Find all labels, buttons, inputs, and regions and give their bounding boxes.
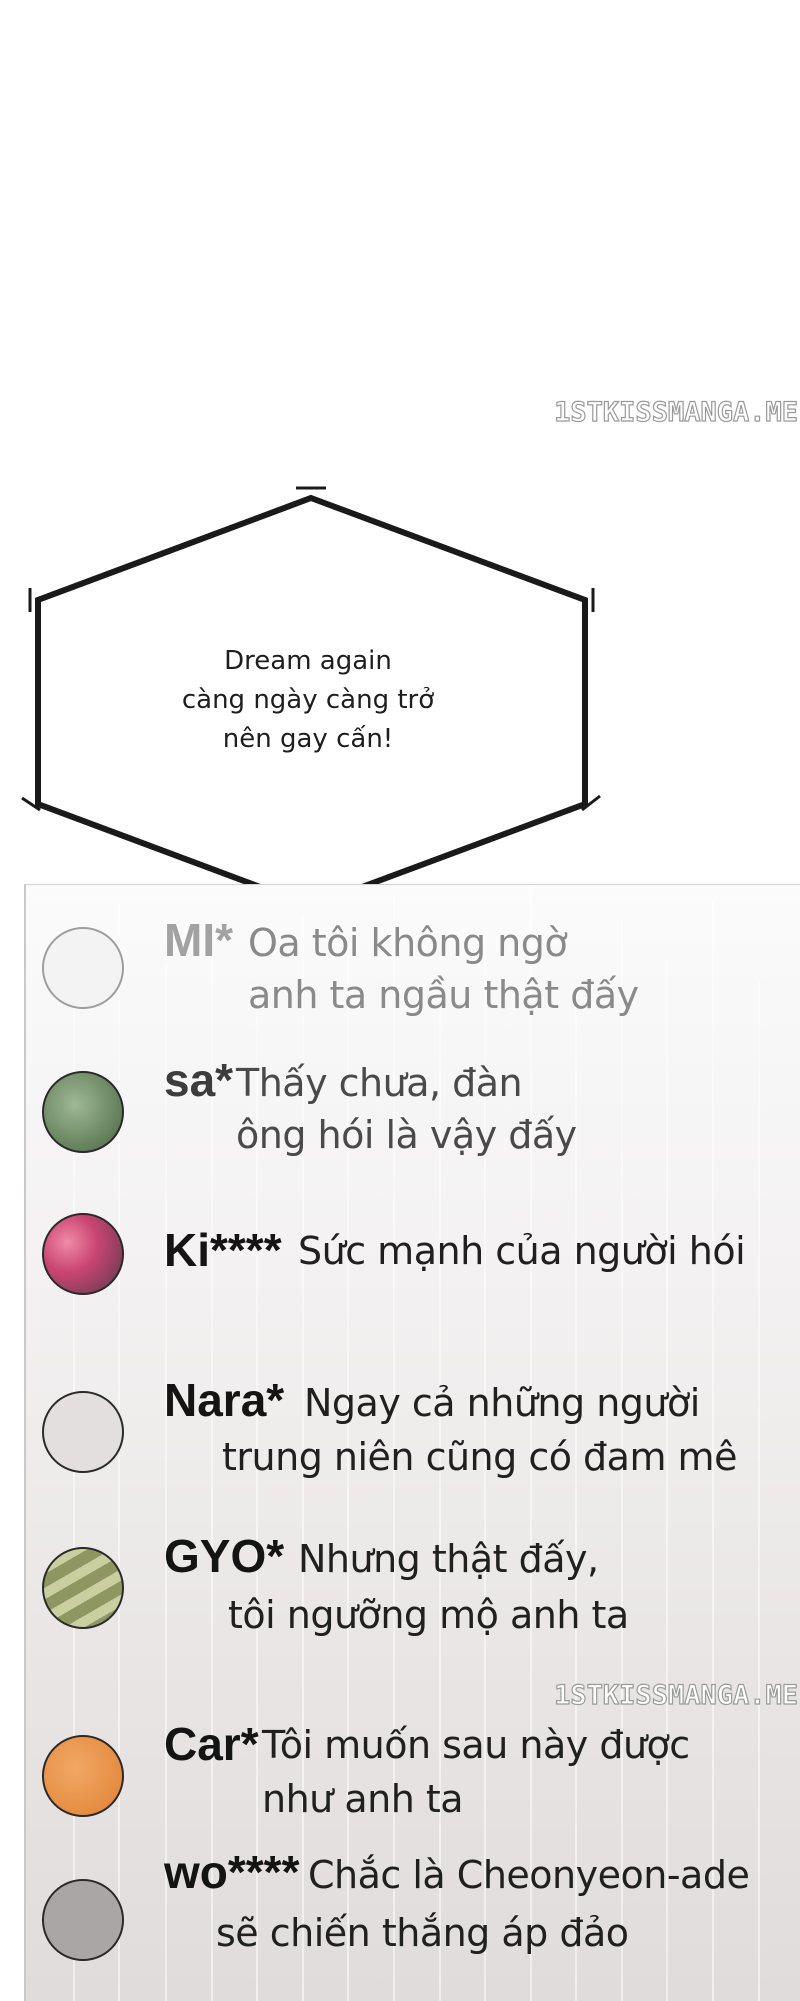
watermark-middle: 1STKISSMANGA.ME [554, 1679, 799, 1711]
orange-avatar-icon [42, 1735, 124, 1817]
pink-hearts-avatar-icon [42, 1213, 124, 1295]
comment-text-line-2: tôi ngưỡng mộ anh ta [228, 1593, 629, 1637]
striped-avatar-icon [42, 1547, 124, 1629]
comment-username: wo**** [164, 1846, 300, 1898]
comment-username: MI* [164, 914, 233, 966]
comment-panel: MI* Oa tôi không ngờ anh ta ngầu thật đấ… [24, 884, 800, 2001]
comment-text-line-1: Ngay cả những người [304, 1381, 700, 1425]
comment-text-line-1: Oa tôi không ngờ [248, 921, 568, 965]
comment-text-line-2: như anh ta [262, 1777, 464, 1821]
bubble-line-1: Dream again [224, 646, 392, 676]
watermark-top: 1STKISSMANGA.ME [554, 396, 799, 428]
comment-username: Nara* [164, 1374, 285, 1426]
comment-text-line-1: Sức mạnh của người hói [298, 1229, 746, 1273]
green-leaf-avatar-icon [42, 1071, 124, 1153]
comment-username: Car* [164, 1718, 259, 1770]
blank-avatar-icon [42, 927, 124, 1009]
bubble-line-3: nên gay cấn! [222, 724, 394, 754]
gray-avatar-icon [42, 1879, 124, 1961]
comment-text-line-2: ông hói là vậy đấy [236, 1113, 577, 1157]
comment-text-line-1: Nhưng thật đấy, [298, 1537, 599, 1581]
bubble-line-2: càng ngày càng trở [181, 685, 435, 715]
comment-username: Ki**** [164, 1224, 282, 1276]
comment-text-line-1: Tôi muốn sau này được [262, 1723, 690, 1767]
comment-username: GYO* [164, 1530, 285, 1582]
comment-text-line-1: Chắc là Cheonyeon-ade [308, 1853, 750, 1897]
comment-text-line-2: anh ta ngầu thật đấy [248, 973, 639, 1017]
bubble-text: Dream again càng ngày càng trở nên gay c… [148, 642, 468, 759]
blank-avatar-icon [42, 1391, 124, 1473]
comment-username: sa* [164, 1054, 234, 1106]
comment-text-line-1: Thấy chưa, đàn [236, 1061, 523, 1105]
comment-text-line-2: trung niên cũng có đam mê [222, 1435, 737, 1479]
comment-text-line-2: sẽ chiến thắng áp đảo [216, 1911, 629, 1955]
